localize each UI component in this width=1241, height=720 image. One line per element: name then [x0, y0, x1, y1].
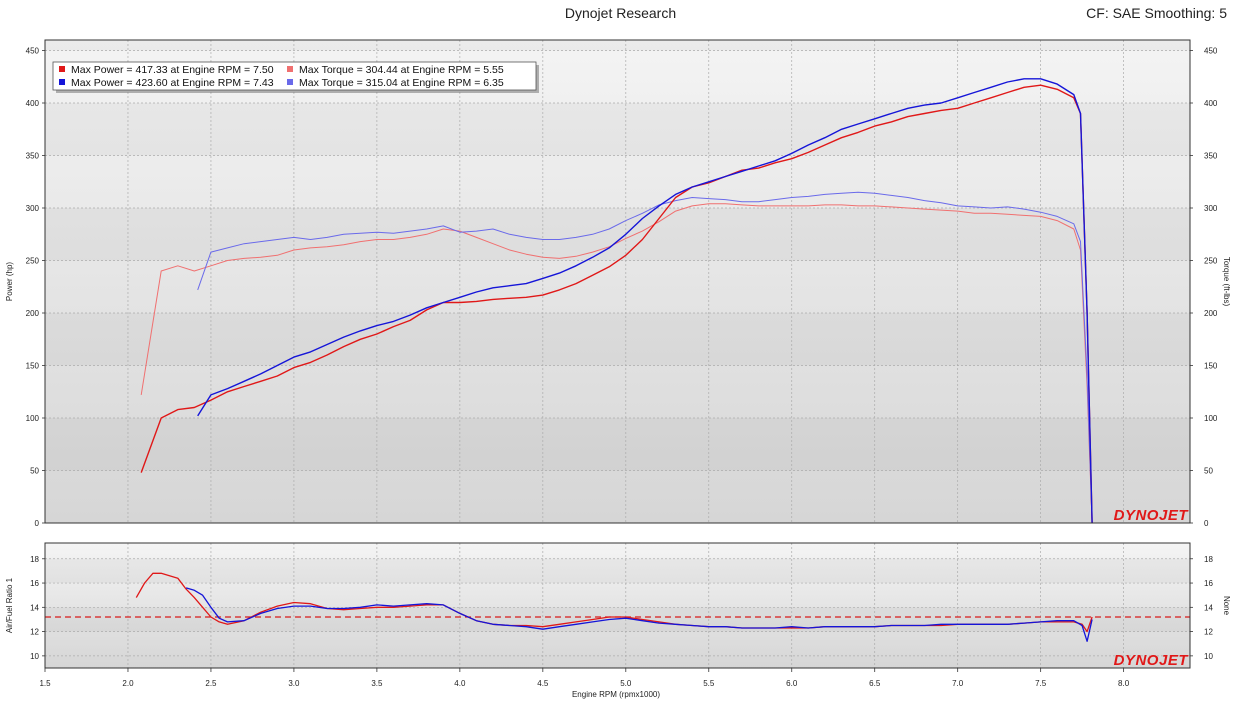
x-axis-label: Engine RPM (rpmx1000)	[572, 690, 660, 699]
x-tick-label: 2.5	[205, 679, 217, 688]
y-tick-label: 50	[30, 467, 39, 476]
y-tick-label: 18	[30, 555, 39, 564]
legend-swatch	[287, 79, 293, 85]
legend-entry: Max Power = 417.33 at Engine RPM = 7.50	[71, 64, 274, 76]
plot-band	[45, 208, 1190, 261]
y2-tick-label: 150	[1204, 362, 1218, 371]
y2-tick-label: 300	[1204, 204, 1218, 213]
plot-band	[45, 313, 1190, 366]
y-tick-label: 14	[30, 603, 39, 612]
afr-y-axis-label: Air/Fuel Ratio 1	[5, 577, 14, 633]
y2-tick-label: 12	[1204, 628, 1213, 637]
plot-band	[45, 40, 1190, 51]
y-tick-label: 250	[26, 257, 40, 266]
x-tick-label: 1.5	[39, 679, 51, 688]
y2-tick-label: 450	[1204, 47, 1218, 56]
y-tick-label: 12	[30, 628, 39, 637]
x-tick-label: 4.0	[454, 679, 466, 688]
x-tick-label: 6.0	[786, 679, 798, 688]
y2-tick-label: 18	[1204, 555, 1213, 564]
y-tick-label: 0	[35, 519, 40, 528]
legend-entry: Max Power = 423.60 at Engine RPM = 7.43	[71, 77, 274, 89]
y2-tick-label: 10	[1204, 652, 1213, 661]
x-tick-label: 3.5	[371, 679, 383, 688]
y2-tick-label: 16	[1204, 579, 1213, 588]
y-tick-label: 10	[30, 652, 39, 661]
x-tick-label: 3.0	[288, 679, 300, 688]
x-tick-label: 7.5	[1035, 679, 1047, 688]
x-tick-label: 2.0	[122, 679, 134, 688]
y2-tick-label: 250	[1204, 257, 1218, 266]
x-tick-label: 7.0	[952, 679, 964, 688]
dynojet-logo: DYNOJET	[1114, 652, 1190, 669]
plot-band	[45, 418, 1190, 471]
y2-tick-label: 200	[1204, 309, 1218, 318]
y-tick-label: 450	[26, 47, 40, 56]
x-tick-label: 5.5	[703, 679, 715, 688]
plot-band	[45, 559, 1190, 583]
y2-axis-label: Torque (ft-lbs)	[1222, 257, 1231, 307]
legend-swatch	[287, 66, 293, 72]
dynojet-logo: DYNOJET	[1114, 507, 1190, 524]
y-axis-label: Power (hp)	[5, 262, 14, 301]
y-tick-label: 150	[26, 362, 40, 371]
afr-y2-axis-label: None	[1222, 596, 1231, 616]
y2-tick-label: 50	[1204, 467, 1213, 476]
x-axis: 1.5 2.0 2.5 3.0 3.5 4.0 4.5 5.0 5.5 6.0 6.5 7.0 7.5 8…	[39, 668, 1130, 699]
legend-entry: Max Torque = 315.04 at Engine RPM = 6.35	[299, 77, 504, 89]
y2-tick-label: 14	[1204, 603, 1213, 612]
y-tick-label: 100	[26, 414, 40, 423]
x-tick-label: 8.0	[1118, 679, 1130, 688]
y2-tick-label: 400	[1204, 99, 1218, 108]
legend-entry: Max Torque = 304.44 at Engine RPM = 5.55	[299, 64, 504, 76]
y-tick-label: 300	[26, 204, 40, 213]
y2-tick-label: 350	[1204, 152, 1218, 161]
y2-tick-label: 0	[1204, 519, 1209, 528]
y-tick-label: 16	[30, 579, 39, 588]
y-tick-label: 400	[26, 99, 40, 108]
x-tick-label: 6.5	[869, 679, 881, 688]
y-tick-label: 200	[26, 309, 40, 318]
plot-band	[45, 103, 1190, 156]
x-tick-label: 5.0	[620, 679, 632, 688]
air-fuel-panel: 10 10 12 12 14 14 16 16 18 18 Air/Fuel Ratio 1 None…	[5, 542, 1231, 669]
y2-tick-label: 100	[1204, 414, 1218, 423]
legend: Max Power = 417.33 at Engine RPM = 7.50 M…	[52, 61, 539, 93]
power-torque-panel: 0 0 50 50 100 100 150 150 200 200 250 250 300 300 350 3…	[5, 39, 1231, 528]
legend-swatch	[59, 79, 65, 85]
dyno-chart: 0 0 50 50 100 100 150 150 200 200 250 250 300 300 350 3…	[5, 39, 1231, 699]
legend-swatch	[59, 66, 65, 72]
x-tick-label: 4.5	[537, 679, 549, 688]
y-tick-label: 350	[26, 152, 40, 161]
